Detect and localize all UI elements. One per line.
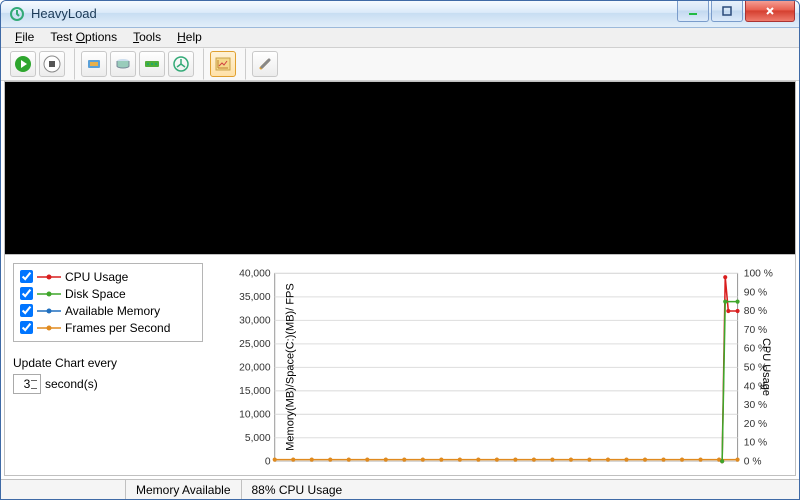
- svg-text:0: 0: [265, 456, 271, 467]
- titlebar: HeavyLoad: [1, 1, 799, 28]
- legend-item-mem[interactable]: Available Memory: [20, 304, 196, 318]
- menu-test-options[interactable]: Test Options: [42, 28, 125, 46]
- app-icon: [9, 6, 25, 22]
- legend-marker-mem: [37, 306, 61, 316]
- legend-item-fps[interactable]: Frames per Second: [20, 321, 196, 335]
- svg-text:90 %: 90 %: [744, 287, 767, 298]
- legend-check-mem[interactable]: [20, 304, 33, 317]
- memory-load-button[interactable]: [139, 51, 165, 77]
- svg-text:10 %: 10 %: [744, 437, 767, 448]
- update-interval: Update Chart every 3 second(s): [13, 356, 203, 394]
- update-label: Update Chart every: [13, 356, 203, 370]
- svg-text:30,000: 30,000: [239, 315, 271, 326]
- legend-check-fps[interactable]: [20, 321, 33, 334]
- legend-marker-fps: [37, 323, 61, 333]
- update-unit: second(s): [45, 377, 98, 391]
- app-window: HeavyLoad FFileile Test Options Tools He…: [0, 0, 800, 500]
- status-memory: Memory Available: [125, 480, 241, 499]
- chart-controls: CPU Usage Disk Space Available Memory: [13, 263, 203, 472]
- chart: Memory(MB)/Space(C:)(MB)/ FPS CPU Usage …: [213, 263, 789, 472]
- svg-text:10,000: 10,000: [239, 409, 271, 420]
- menu-file[interactable]: FFileile: [7, 28, 42, 46]
- window-controls: [675, 1, 799, 27]
- svg-text:20 %: 20 %: [744, 418, 767, 429]
- legend-label: Available Memory: [65, 304, 160, 318]
- disk-load-button[interactable]: [110, 51, 136, 77]
- chart-view-button[interactable]: [210, 51, 236, 77]
- start-button[interactable]: [10, 51, 36, 77]
- menu-tools[interactable]: Tools: [125, 28, 169, 46]
- left-axis-label: Memory(MB)/Space(C:)(MB)/ FPS: [285, 283, 297, 450]
- stop-button[interactable]: [39, 51, 65, 77]
- svg-text:25,000: 25,000: [239, 339, 271, 350]
- legend-marker-cpu: [37, 272, 61, 282]
- legend-item-cpu[interactable]: CPU Usage: [20, 270, 196, 284]
- legend-check-cpu[interactable]: [20, 270, 33, 283]
- legend-marker-disk: [37, 289, 61, 299]
- svg-text:100 %: 100 %: [744, 268, 773, 279]
- svg-text:5,000: 5,000: [245, 432, 271, 443]
- cpu-load-button[interactable]: [81, 51, 107, 77]
- svg-text:80 %: 80 %: [744, 306, 767, 317]
- maximize-button[interactable]: [711, 0, 743, 22]
- svg-text:0 %: 0 %: [744, 456, 762, 467]
- svg-text:15,000: 15,000: [239, 385, 271, 396]
- legend: CPU Usage Disk Space Available Memory: [13, 263, 203, 342]
- legend-label: CPU Usage: [65, 270, 128, 284]
- legend-label: Disk Space: [65, 287, 126, 301]
- svg-text:20,000: 20,000: [239, 362, 271, 373]
- chart-svg: 0 5,000 10,000 15,000 20,000 25,000 30,000 35,0…: [213, 263, 789, 472]
- chart-panel: CPU Usage Disk Space Available Memory: [5, 254, 795, 476]
- svg-text:35,000: 35,000: [239, 292, 271, 303]
- close-button[interactable]: [745, 0, 795, 22]
- legend-item-disk[interactable]: Disk Space: [20, 287, 196, 301]
- settings-button[interactable]: [252, 51, 278, 77]
- treesize-button[interactable]: [168, 51, 194, 77]
- legend-check-disk[interactable]: [20, 287, 33, 300]
- svg-text:40,000: 40,000: [239, 268, 271, 279]
- stress-display: [5, 82, 795, 254]
- svg-text:30 %: 30 %: [744, 400, 767, 411]
- client-area: CPU Usage Disk Space Available Memory: [4, 81, 796, 477]
- minimize-button[interactable]: [677, 0, 709, 22]
- menubar: FFileile Test Options Tools Help: [1, 28, 799, 48]
- menu-help[interactable]: Help: [169, 28, 210, 46]
- status-cpu: 88% CPU Usage: [241, 480, 353, 499]
- legend-label: Frames per Second: [65, 321, 170, 335]
- right-axis-label: CPU Usage: [760, 338, 772, 396]
- toolbar: [1, 48, 799, 81]
- window-title: HeavyLoad: [31, 6, 675, 21]
- svg-text:70 %: 70 %: [744, 324, 767, 335]
- statusbar: Memory Available 88% CPU Usage: [1, 479, 799, 499]
- update-spinner[interactable]: 3: [13, 374, 41, 394]
